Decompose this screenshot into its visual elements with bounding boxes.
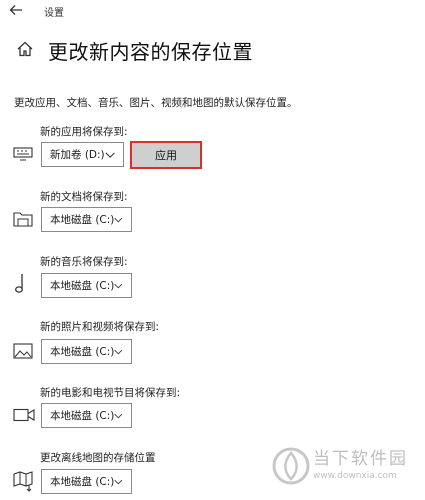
music-location-dropdown[interactable]: 本地磁盘 (C:)	[41, 273, 132, 298]
map-icon	[13, 471, 33, 492]
watermark-logo-icon	[272, 447, 310, 485]
title-bar: 设置	[0, 0, 425, 22]
page-title: 更改新内容的保存位置	[48, 40, 253, 64]
dropdown-value: 本地磁盘 (C:)	[50, 214, 115, 226]
dropdown-value: 本地磁盘 (C:)	[50, 476, 115, 488]
section-label-maps: 更改离线地图的存储位置	[40, 452, 156, 464]
documents-location-dropdown[interactable]: 本地磁盘 (C:)	[41, 207, 132, 232]
chevron-down-icon	[114, 413, 123, 418]
image-icon	[13, 343, 33, 359]
folder-icon	[13, 212, 33, 227]
maps-location-dropdown[interactable]: 本地磁盘 (C:)	[41, 469, 132, 494]
section-label-apps: 新的应用将保存到:	[40, 126, 128, 138]
video-camera-icon	[13, 408, 35, 422]
watermark: 当下软件园 www.downxia.com	[268, 440, 418, 492]
dropdown-value: 本地磁盘 (C:)	[50, 346, 115, 358]
photos-location-dropdown[interactable]: 本地磁盘 (C:)	[41, 339, 132, 364]
chevron-down-icon	[105, 151, 115, 158]
section-label-movies: 新的电影和电视节目将保存到:	[40, 387, 181, 399]
section-label-music: 新的音乐将保存到:	[40, 256, 128, 268]
home-icon	[17, 41, 33, 57]
apps-location-dropdown[interactable]: 新加卷 (D:)	[41, 142, 124, 167]
dropdown-value: 本地磁盘 (C:)	[50, 410, 115, 422]
chevron-down-icon	[114, 349, 123, 354]
chevron-down-icon	[114, 479, 123, 484]
dropdown-value: 本地磁盘 (C:)	[50, 280, 115, 292]
description-text: 更改应用、文档、音乐、图片、视频和地图的默认保存位置。	[14, 97, 298, 109]
section-label-documents: 新的文档将保存到:	[40, 191, 128, 203]
monitor-icon	[13, 147, 33, 161]
settings-window: 设置 更改新内容的保存位置 更改应用、文档、音乐、图片、视频和地图的默认保存位置…	[0, 0, 425, 500]
window-title: 设置	[44, 8, 64, 19]
dropdown-value: 新加卷 (D:)	[50, 149, 105, 161]
chevron-down-icon	[114, 283, 123, 288]
chevron-down-icon	[114, 217, 123, 222]
watermark-url: www.downxia.com	[313, 471, 397, 481]
back-arrow-icon[interactable]	[9, 4, 23, 16]
music-note-icon	[15, 274, 23, 293]
section-label-photos: 新的照片和视频将保存到:	[40, 321, 160, 333]
watermark-title: 当下软件园	[313, 449, 408, 469]
movies-location-dropdown[interactable]: 本地磁盘 (C:)	[41, 403, 132, 428]
apply-button[interactable]: 应用	[130, 141, 202, 169]
